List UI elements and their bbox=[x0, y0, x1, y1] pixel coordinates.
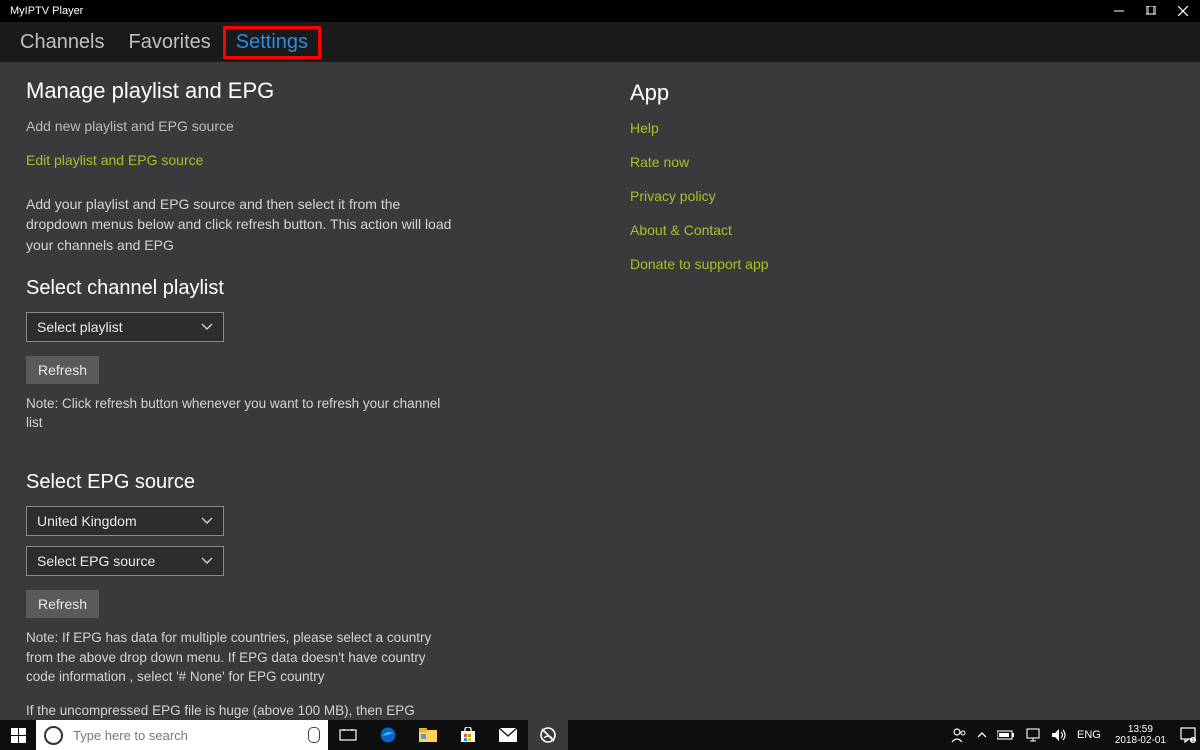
tab-bar: Channels Favorites Settings bbox=[0, 22, 1200, 62]
search-placeholder: Type here to search bbox=[73, 728, 308, 743]
taskbar-search[interactable]: Type here to search bbox=[36, 720, 328, 750]
mail-icon[interactable] bbox=[488, 720, 528, 750]
epg-source-dropdown[interactable]: Select EPG source bbox=[26, 546, 224, 576]
right-column: App Help Rate now Privacy policy About &… bbox=[600, 62, 1170, 750]
maximize-icon[interactable] bbox=[1146, 6, 1156, 16]
chevron-down-icon bbox=[201, 557, 213, 565]
title-bar: MyIPTV Player bbox=[0, 0, 1200, 22]
add-new-playlist-link[interactable]: Add new playlist and EPG source bbox=[26, 118, 600, 134]
battery-icon[interactable] bbox=[997, 730, 1015, 740]
app-heading: App bbox=[630, 80, 1170, 106]
about-contact-link[interactable]: About & Contact bbox=[630, 222, 1170, 238]
select-epg-heading: Select EPG source bbox=[26, 471, 600, 494]
country-dropdown[interactable]: United Kingdom bbox=[26, 506, 224, 536]
left-column: Manage playlist and EPG Add new playlist… bbox=[0, 62, 600, 750]
rate-now-link[interactable]: Rate now bbox=[630, 154, 1170, 170]
system-tray: ENG 13:59 2018-02-01 1 bbox=[951, 720, 1200, 750]
taskbar-app-myiptv[interactable] bbox=[528, 720, 568, 750]
edit-playlist-link[interactable]: Edit playlist and EPG source bbox=[26, 152, 600, 168]
epg-source-dropdown-value: Select EPG source bbox=[37, 553, 155, 569]
country-dropdown-value: United Kingdom bbox=[37, 513, 137, 529]
tab-channels[interactable]: Channels bbox=[8, 27, 117, 58]
chevron-down-icon bbox=[201, 323, 213, 331]
refresh-epg-button[interactable]: Refresh bbox=[26, 590, 99, 618]
playlist-dropdown[interactable]: Select playlist bbox=[26, 312, 224, 342]
cortana-circle-icon bbox=[44, 726, 63, 745]
manage-description: Add your playlist and EPG source and the… bbox=[26, 194, 456, 255]
tab-favorites[interactable]: Favorites bbox=[117, 27, 223, 58]
task-view-icon[interactable] bbox=[328, 720, 368, 750]
taskbar: Type here to search bbox=[0, 720, 1200, 750]
refresh-playlist-button[interactable]: Refresh bbox=[26, 356, 99, 384]
tray-chevron-up-icon[interactable] bbox=[977, 731, 987, 739]
window-title: MyIPTV Player bbox=[6, 5, 83, 17]
minimize-icon[interactable] bbox=[1114, 6, 1124, 16]
windows-logo-icon bbox=[11, 728, 26, 743]
chevron-down-icon bbox=[201, 517, 213, 525]
donate-link[interactable]: Donate to support app bbox=[630, 256, 1170, 272]
select-channel-heading: Select channel playlist bbox=[26, 277, 600, 300]
network-icon[interactable] bbox=[1025, 728, 1041, 742]
taskbar-pinned-apps bbox=[328, 720, 568, 750]
people-icon[interactable] bbox=[951, 727, 967, 743]
clock-date: 2018-02-01 bbox=[1115, 735, 1166, 747]
edge-icon[interactable] bbox=[368, 720, 408, 750]
manage-heading: Manage playlist and EPG bbox=[26, 78, 600, 104]
clock-time: 13:59 bbox=[1128, 724, 1153, 736]
volume-icon[interactable] bbox=[1051, 728, 1067, 742]
store-icon[interactable] bbox=[448, 720, 488, 750]
content-area: Manage playlist and EPG Add new playlist… bbox=[0, 62, 1200, 722]
help-link[interactable]: Help bbox=[630, 120, 1170, 136]
file-explorer-icon[interactable] bbox=[408, 720, 448, 750]
tab-settings[interactable]: Settings bbox=[223, 26, 321, 59]
start-button[interactable] bbox=[0, 720, 36, 750]
epg-note-1: Note: If EPG has data for multiple count… bbox=[26, 628, 446, 687]
svg-text:1: 1 bbox=[1192, 738, 1195, 743]
window-controls bbox=[1114, 6, 1194, 16]
close-icon[interactable] bbox=[1178, 6, 1188, 16]
playlist-note: Note: Click refresh button whenever you … bbox=[26, 394, 446, 433]
playlist-dropdown-value: Select playlist bbox=[37, 319, 123, 335]
privacy-policy-link[interactable]: Privacy policy bbox=[630, 188, 1170, 204]
taskbar-clock[interactable]: 13:59 2018-02-01 bbox=[1111, 724, 1170, 747]
language-indicator[interactable]: ENG bbox=[1077, 729, 1101, 741]
action-center-icon[interactable]: 1 bbox=[1180, 727, 1196, 743]
microphone-icon[interactable] bbox=[308, 727, 320, 743]
